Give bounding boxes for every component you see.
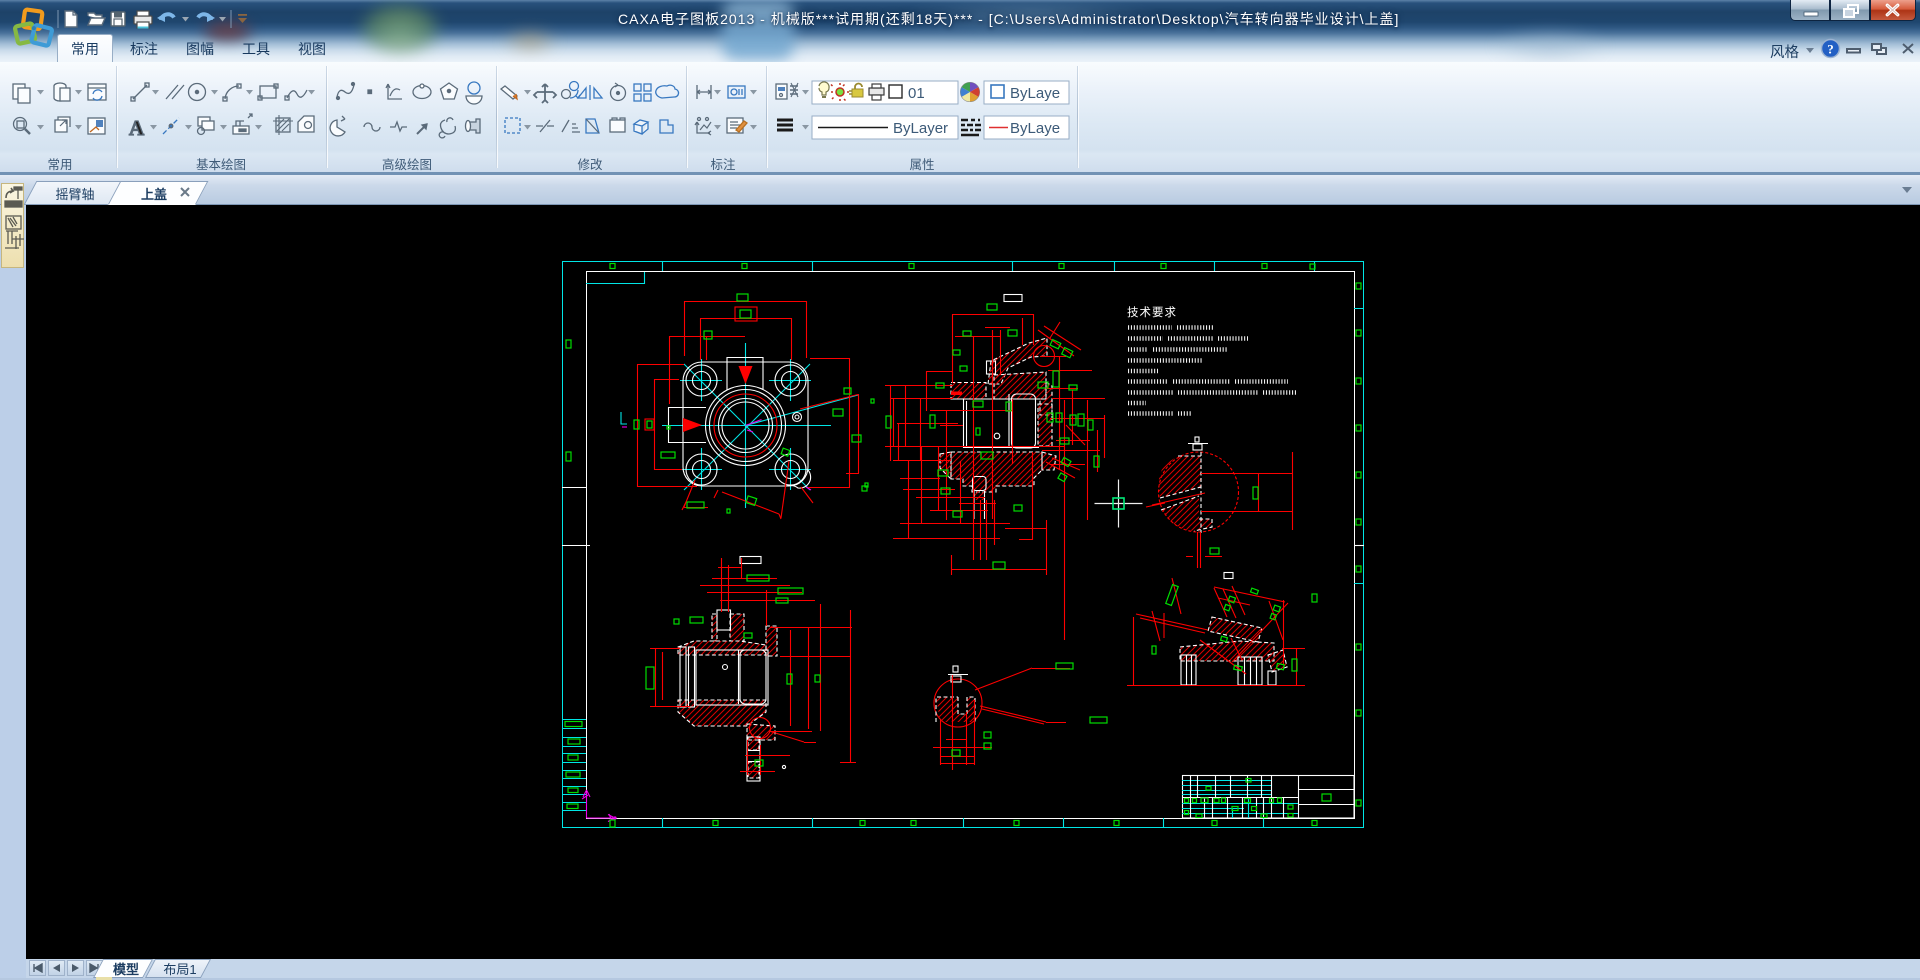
svg-text:ByLaye: ByLaye [1010,85,1060,102]
svg-text:A: A [129,116,145,140]
svg-text:?: ? [1827,42,1834,57]
svg-text:01: 01 [908,85,925,102]
svg-text:ByLayer: ByLayer [893,120,948,137]
svg-text:ByLaye: ByLaye [1010,120,1060,137]
